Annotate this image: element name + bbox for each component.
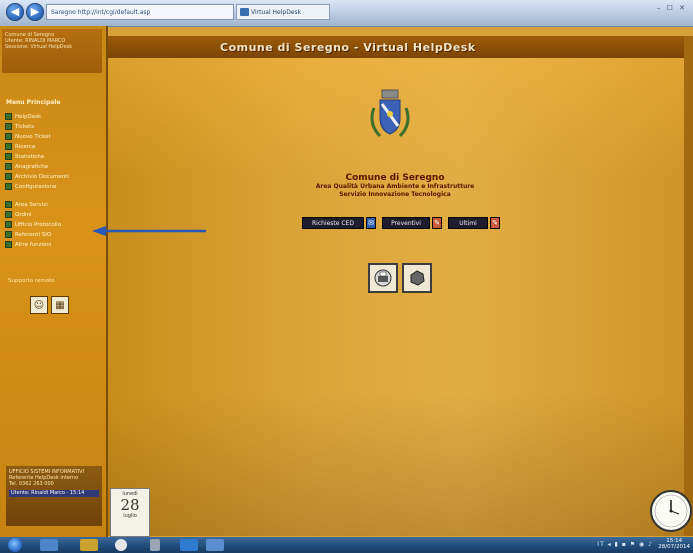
taskbar-window-icon[interactable] — [180, 539, 198, 551]
title-line-3: Servizio Innovazione Tecnologica — [339, 191, 451, 198]
window-controls[interactable]: – ☐ ✕ — [657, 4, 687, 12]
sidebar-item-stats[interactable]: Statistiche — [5, 152, 101, 161]
forward-button[interactable]: ▶ — [26, 3, 44, 21]
user-support-icon[interactable]: ☺ — [30, 296, 48, 314]
menu-bullet-icon — [5, 123, 12, 130]
ced-requests-button[interactable]: Richieste CED — [302, 217, 364, 229]
start-button[interactable] — [8, 538, 22, 552]
printer-icon[interactable] — [368, 263, 398, 293]
sidebar-menu: HelpDesk Tickets Nuovo Ticket Ricerca St… — [5, 112, 101, 250]
scrollbar[interactable] — [684, 36, 693, 536]
sidebar-item-documents[interactable]: Archivio Documenti — [5, 172, 101, 181]
taskbar-folder-icon[interactable] — [80, 539, 98, 551]
sidebar-item-tickets[interactable]: Tickets — [5, 122, 101, 131]
back-button[interactable]: ◀ — [6, 3, 24, 21]
arrow-annotation-icon — [92, 226, 206, 236]
sidebar-item-new-ticket[interactable]: Nuovo Ticket — [5, 132, 101, 141]
menu-bullet-icon — [5, 241, 12, 248]
taskbar-media-icon[interactable] — [115, 539, 127, 551]
address-bar[interactable]: Saregno http://int/cgi/default.asp — [46, 4, 234, 20]
sidebar-footer: UFFICIO SISTEMI INFORMATIVI Referente He… — [6, 466, 102, 526]
taskbar-app-icon[interactable] — [150, 539, 160, 551]
latest-button[interactable]: Ultimi — [448, 217, 488, 229]
menu-bullet-icon — [5, 231, 12, 238]
menu-bullet-icon — [5, 113, 12, 120]
sidebar-item-search[interactable]: Ricerca — [5, 142, 101, 151]
clock-gadget-icon — [650, 490, 692, 532]
menu-bullet-icon — [5, 201, 12, 208]
menu-bullet-icon — [5, 153, 12, 160]
tab-favicon-icon — [240, 8, 249, 16]
menu-bullet-icon — [5, 221, 12, 228]
menu-bullet-icon — [5, 143, 12, 150]
sidebar-item-config[interactable]: Configurazione — [5, 182, 101, 191]
remote-desktop-icon[interactable]: ▦ — [51, 296, 69, 314]
menu-bullet-icon — [5, 211, 12, 218]
sidebar-item-helpdesk[interactable]: HelpDesk — [5, 112, 101, 121]
sidebar-item-registry[interactable]: Anagrafiche — [5, 162, 101, 171]
sidebar: Comune di Seregno Utente: RINALDI MARCO … — [0, 26, 108, 537]
sidebar-item-services[interactable]: Area Servizi — [5, 200, 101, 209]
menu-bullet-icon — [5, 163, 12, 170]
system-tray[interactable]: IT ◂ ▮ ▪ ⚑ ◉ ♪ — [597, 541, 653, 548]
browser-toolbar: ◀ ▶ Saregno http://int/cgi/default.asp V… — [0, 0, 693, 27]
sidebar-item-protocol[interactable]: Ufficio Protocollo — [5, 220, 101, 229]
sidebar-status-strip: Utente: Rinaldi Marco - 15:14 — [9, 490, 99, 497]
menu-bullet-icon — [5, 183, 12, 190]
sidebar-item-sio[interactable]: Referenti SIO — [5, 230, 101, 239]
main-header: Comune di Seregno - Virtual HelpDesk — [108, 36, 693, 58]
quotes-button[interactable]: Preventivi — [382, 217, 430, 229]
calendar-date: 28 — [120, 496, 140, 514]
taskbar: IT ◂ ▮ ▪ ⚑ ◉ ♪ 15:14 28/07/2014 — [0, 537, 693, 553]
menu-bullet-icon — [5, 173, 12, 180]
tab-label: Virtual HelpDesk — [251, 9, 302, 16]
menu-bullet-icon — [5, 133, 12, 140]
quotes-icon[interactable]: ✎ — [432, 217, 442, 229]
sidebar-user-info: Comune di Seregno Utente: RINALDI MARCO … — [2, 29, 102, 73]
calendar-gadget: lunedì 28 luglio — [110, 488, 150, 537]
coat-of-arms-icon — [370, 89, 410, 138]
browser-tab[interactable]: Virtual HelpDesk — [236, 4, 330, 20]
quick-links: Richieste CED ✉ Preventivi ✎ Ultimi ✎ — [302, 217, 506, 229]
ced-requests-icon[interactable]: ✉ — [366, 217, 376, 229]
taskbar-active-icon[interactable] — [206, 539, 224, 551]
latest-icon[interactable]: ✎ — [490, 217, 500, 229]
sidebar-icons: ☺ ▦ — [30, 296, 69, 314]
sidebar-item-other[interactable]: Altre funzioni — [5, 240, 101, 249]
title-line-1: Comune di Seregno — [345, 173, 445, 183]
taskbar-ie-icon[interactable] — [40, 539, 58, 551]
page-title: Comune di Seregno - Virtual HelpDesk — [220, 41, 476, 54]
main-titles: Comune di Seregno Area Qualità Urbana Am… — [260, 173, 530, 199]
stone-icon[interactable] — [402, 263, 432, 293]
sidebar-section-title: Menu Principale — [6, 99, 61, 106]
calendar-month: luglio — [123, 513, 137, 519]
tray-clock[interactable]: 15:14 28/07/2014 — [658, 538, 690, 550]
sidebar-item-orders[interactable]: Ordini — [5, 210, 101, 219]
title-line-2: Area Qualità Urbana Ambiente e Infrastru… — [315, 183, 475, 190]
action-icons — [368, 263, 432, 293]
sidebar-sub-label: Supporto remoto — [8, 278, 55, 284]
